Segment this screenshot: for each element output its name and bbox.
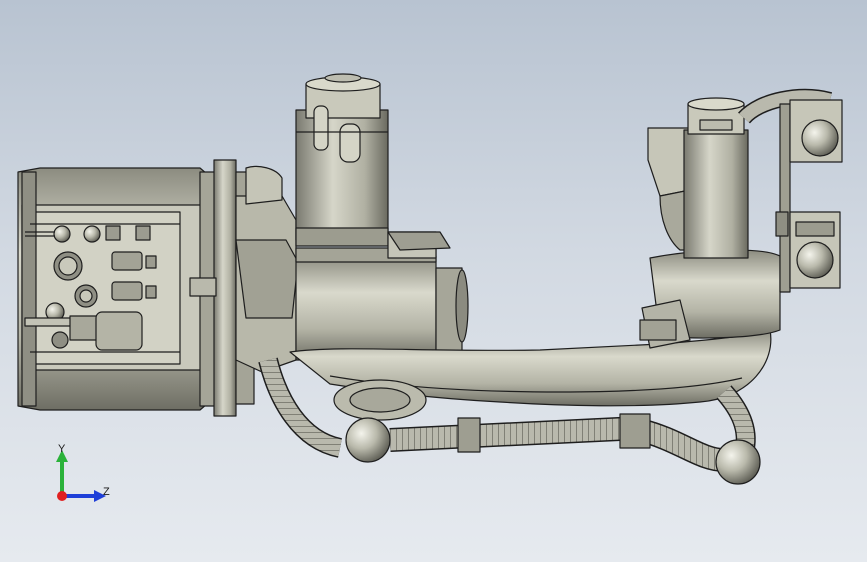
cad-viewport[interactable]: Y Z [0, 0, 867, 562]
axis-triad [56, 450, 106, 502]
upper-motor-right [683, 97, 749, 259]
lower-motor [295, 231, 469, 361]
z-axis-label: Z [103, 486, 110, 498]
base-housing [17, 167, 217, 411]
robot-wrist-3d-model[interactable] [0, 0, 867, 562]
shoulder-casting [235, 165, 299, 373]
upper-motor-left [295, 73, 389, 247]
x-axis-dot [57, 491, 67, 501]
y-axis-label: Y [58, 443, 66, 455]
sensor-bracket [775, 99, 843, 293]
